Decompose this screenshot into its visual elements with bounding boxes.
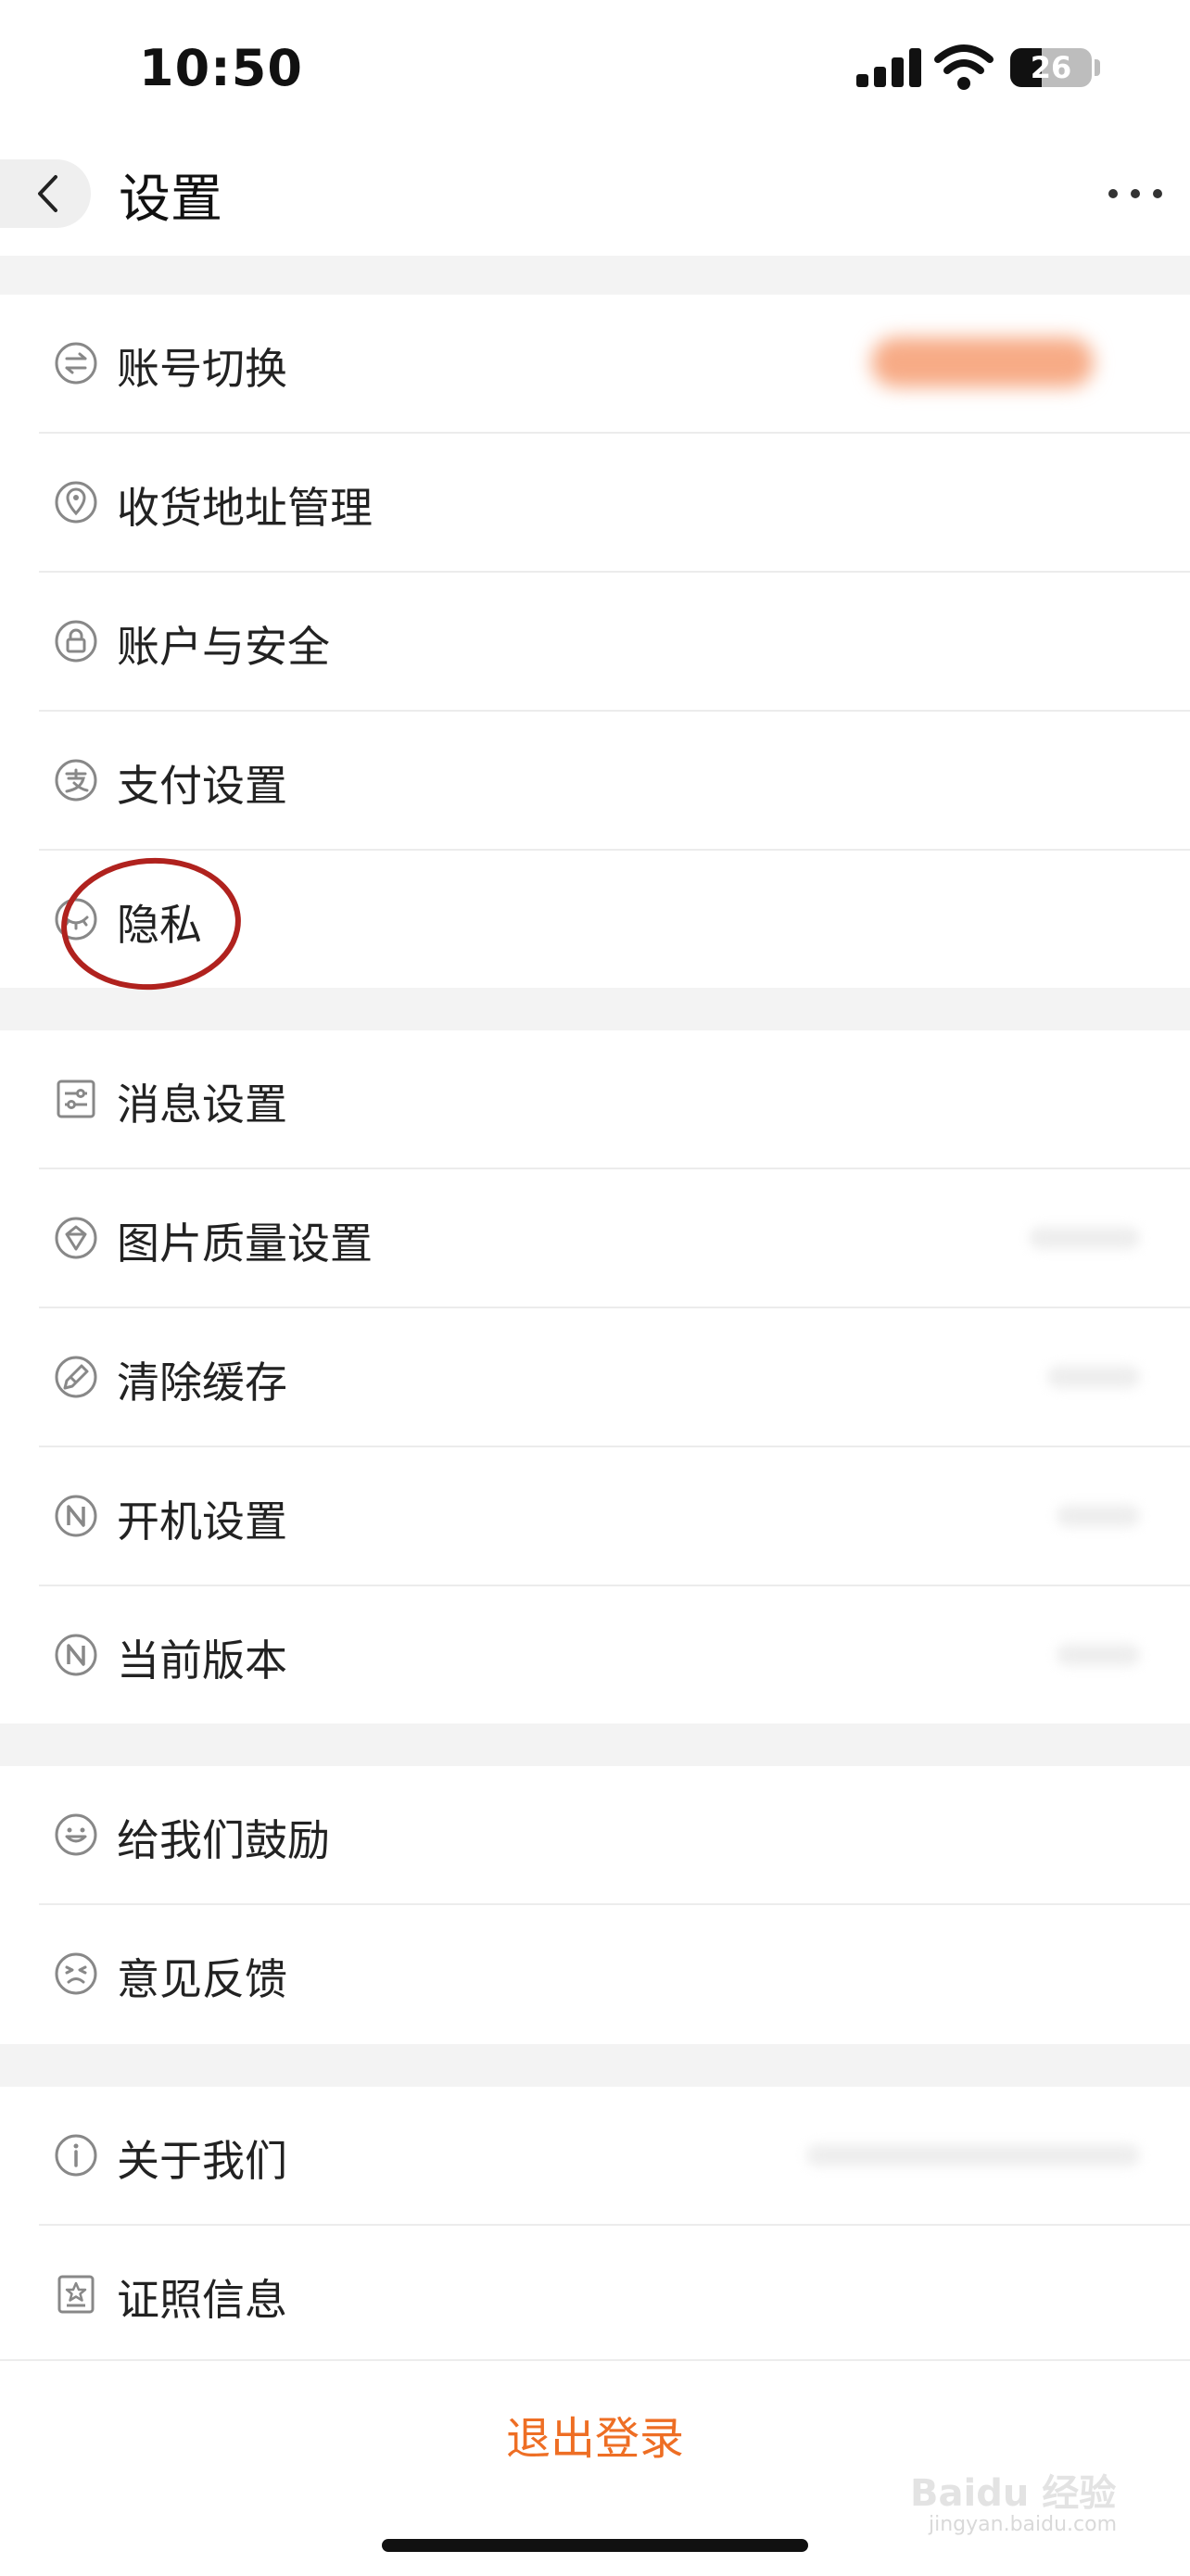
lock-icon <box>54 619 98 663</box>
blurred-value <box>1057 1644 1140 1666</box>
settings-item-label: 给我们鼓励 <box>117 1815 330 1865</box>
alipay-icon <box>54 758 98 802</box>
settings-item-about-us[interactable]: 关于我们 <box>0 2087 1190 2226</box>
cellular-signal-icon <box>856 46 923 87</box>
settings-item-label: 账号切换 <box>117 344 287 394</box>
settings-item-account-switch[interactable]: 账号切换 <box>0 295 1190 434</box>
settings-group-feedback: 给我们鼓励 意见反馈 <box>0 1766 1190 2044</box>
settings-item-label: 收货地址管理 <box>117 483 373 533</box>
broom-icon <box>54 1355 98 1399</box>
settings-item-current-version[interactable]: 当前版本 <box>0 1586 1190 1724</box>
logout-button[interactable]: 退出登录 <box>0 2402 1190 2467</box>
wifi-icon <box>934 44 994 90</box>
settings-item-label: 图片质量设置 <box>117 1219 373 1269</box>
settings-item-feedback[interactable]: 意见反馈 <box>0 1905 1190 2044</box>
home-indicator[interactable] <box>382 2539 808 2552</box>
settings-item-payment-settings[interactable]: 支付设置 <box>0 712 1190 851</box>
chevron-left-icon <box>38 175 57 212</box>
settings-item-account-security[interactable]: 账户与安全 <box>0 573 1190 712</box>
battery-level: 26 <box>1030 50 1072 85</box>
settings-item-image-quality[interactable]: 图片质量设置 <box>0 1169 1190 1308</box>
settings-item-message-settings[interactable]: 消息设置 <box>0 1030 1190 1169</box>
settings-item-label: 支付设置 <box>117 761 287 811</box>
battery-icon: 26 <box>1010 48 1092 87</box>
blurred-value <box>1057 1505 1140 1527</box>
settings-item-label: 消息设置 <box>117 1080 287 1130</box>
blurred-value <box>871 337 1094 387</box>
settings-item-license-info[interactable]: 证照信息 <box>0 2226 1190 2365</box>
more-options-button[interactable] <box>1108 185 1166 202</box>
swap-icon <box>54 341 98 385</box>
info-icon <box>54 2133 98 2178</box>
settings-item-label: 关于我们 <box>117 2136 287 2186</box>
settings-item-address-management[interactable]: 收货地址管理 <box>0 434 1190 573</box>
n-circle-icon <box>54 1633 98 1677</box>
blurred-value <box>806 2144 1140 2166</box>
settings-item-encourage-us[interactable]: 给我们鼓励 <box>0 1766 1190 1905</box>
status-time: 10:50 <box>139 39 303 97</box>
baidu-watermark-logo: Baidu 经验 <box>910 2472 1117 2515</box>
bottom-bar: 退出登录 Baidu 经验 jingyan.baidu.com <box>0 2359 1190 2576</box>
settings-group-about: 关于我们 证照信息 <box>0 2087 1190 2361</box>
battery-nub <box>1095 59 1100 76</box>
settings-item-clear-cache[interactable]: 清除缓存 <box>0 1308 1190 1447</box>
n-circle-icon <box>54 1494 98 1538</box>
status-bar: 10:50 26 <box>0 0 1190 130</box>
settings-item-label: 清除缓存 <box>117 1357 287 1408</box>
back-button[interactable] <box>0 159 91 228</box>
location-pin-icon <box>54 480 98 524</box>
settings-group-app: 消息设置 图片质量设置 清除缓存 开机设置 当前版本 <box>0 1030 1190 1724</box>
frown-icon <box>54 1951 98 1996</box>
image-quality-icon <box>54 1216 98 1260</box>
blurred-value <box>1047 1366 1140 1388</box>
settings-item-label: 当前版本 <box>117 1635 287 1686</box>
nav-bar: 设置 <box>0 130 1190 256</box>
settings-item-label: 账户与安全 <box>117 622 330 672</box>
blurred-value <box>1029 1227 1140 1249</box>
page-title: 设置 <box>119 170 222 230</box>
settings-item-label: 证照信息 <box>117 2275 287 2325</box>
settings-item-label: 意见反馈 <box>117 1954 287 2004</box>
sliders-icon <box>54 1077 98 1121</box>
certificate-icon <box>54 2272 98 2317</box>
smile-icon <box>54 1812 98 1857</box>
baidu-watermark-url: jingyan.baidu.com <box>929 2513 1118 2536</box>
settings-item-startup-settings[interactable]: 开机设置 <box>0 1447 1190 1586</box>
settings-item-label: 开机设置 <box>117 1496 287 1547</box>
